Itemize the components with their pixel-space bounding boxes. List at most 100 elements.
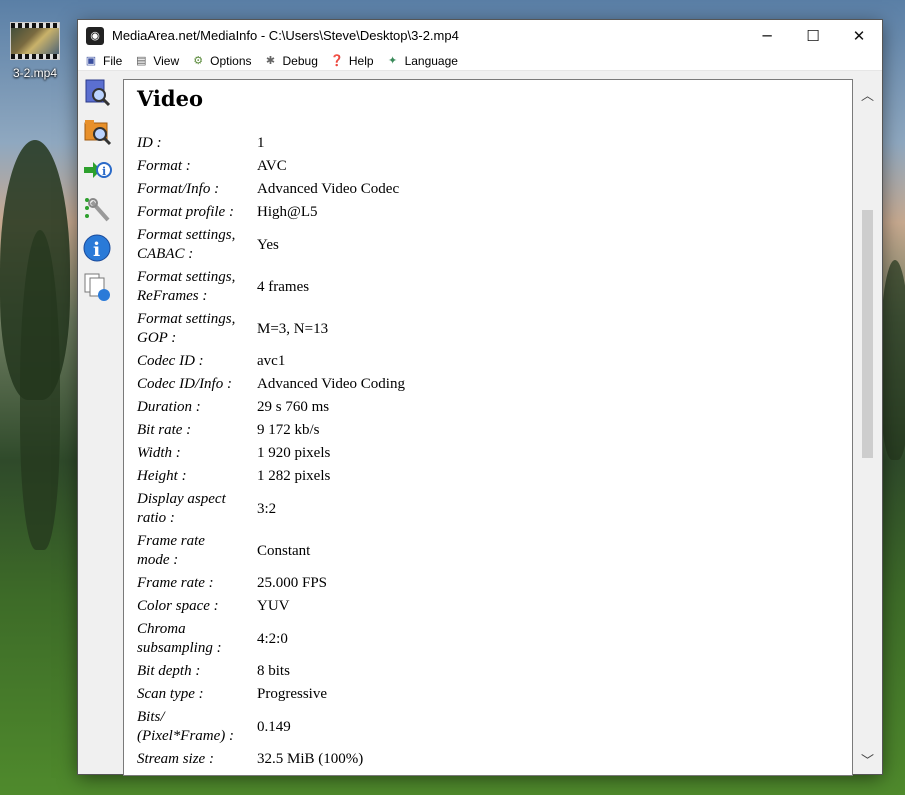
copy-info-icon — [84, 273, 110, 301]
menu-options[interactable]: ⚙ Options — [191, 54, 251, 68]
field-value: 25.000 FPS — [257, 575, 328, 591]
field-label-line: GOP : — [137, 330, 177, 346]
field-label-line: Duration : — [137, 399, 201, 415]
field-label: Codec ID/Info : — [137, 373, 257, 396]
menu-file-label: File — [103, 53, 123, 68]
info-row: Bit depth : 8 bits — [137, 660, 405, 683]
field-value: 0.149 — [257, 718, 291, 735]
menu-help[interactable]: ❓ Help — [330, 54, 374, 68]
info-row: Bit rate : 9 172 kb/s — [137, 419, 405, 442]
scroll-up-icon[interactable]: ︿ — [856, 84, 879, 104]
export-button[interactable]: i — [82, 155, 112, 185]
field-label: Format settings, CABAC : — [137, 224, 257, 266]
info-table: ID : 1 Format : AVC Format/Info : Advanced Vi… — [137, 132, 405, 771]
field-value: Advanced Video Coding — [257, 376, 405, 392]
menu-language[interactable]: ✦ Language — [386, 54, 458, 68]
field-value: Constant — [257, 542, 311, 559]
field-value: M=3, N=13 — [257, 320, 329, 337]
field-value: 1 — [257, 135, 265, 151]
info-row: Format : AVC — [137, 155, 405, 178]
svg-text:i: i — [102, 165, 106, 178]
window-title: MediaArea.net/MediaInfo - C:\Users\Steve… — [112, 28, 459, 43]
menu-help-label: Help — [348, 53, 374, 68]
info-row: Format settings, CABAC : Yes — [137, 224, 405, 266]
field-label-line: Scan type : — [137, 686, 204, 702]
field-value: 29 s 760 ms — [257, 399, 330, 415]
field-label: Bit rate : — [137, 419, 257, 442]
info-row: Scan type : Progressive — [137, 683, 405, 706]
field-label-line: Bit depth : — [137, 663, 201, 679]
info-row: Codec ID : avc1 — [137, 350, 405, 373]
field-value: AVC — [257, 158, 287, 174]
field-label-line: Codec ID/Info : — [137, 376, 232, 392]
field-label: Width : — [137, 442, 257, 465]
info-row: Bits/ (Pixel*Frame) : 0.149 — [137, 706, 405, 748]
view-menu-icon: ▤ — [136, 55, 147, 67]
field-label: Frame rate : — [137, 572, 257, 595]
field-value: 1 282 pixels — [257, 468, 331, 484]
section-title: Video — [137, 86, 203, 111]
field-label-line: Display aspect — [137, 491, 226, 507]
scroll-thumb[interactable] — [862, 210, 873, 458]
info-row: Width : 1 920 pixels — [137, 442, 405, 465]
minimize-button[interactable]: ─ — [744, 20, 790, 51]
desktop-icon-label: 3-2.mp4 — [12, 66, 58, 80]
open-folder-icon — [84, 120, 111, 146]
menu-language-label: Language — [404, 53, 458, 68]
menu-view[interactable]: ▤ View — [134, 54, 179, 68]
field-value: 3:2 — [257, 500, 277, 517]
menu-debug-label: Debug — [282, 53, 318, 68]
field-value: 1 920 pixels — [257, 445, 331, 461]
info-row: Stream size : 32.5 MiB (100%) — [137, 748, 405, 771]
export-icon: i — [83, 162, 112, 178]
info-panel[interactable]: Video ID : 1 Format : AVC Format/Info : Advan… — [123, 79, 853, 776]
field-label-line: Height : — [137, 468, 187, 484]
field-label-line: ID : — [137, 135, 162, 151]
menu-debug[interactable]: ✱ Debug — [264, 54, 318, 68]
field-label-line: Bits/ — [137, 709, 165, 725]
field-label-line: Color space : — [137, 598, 219, 614]
field-label: Bit depth : — [137, 660, 257, 683]
field-label-line: Frame rate — [137, 533, 205, 549]
side-toolbar: i i — [78, 71, 115, 774]
open-folder-button[interactable] — [82, 116, 112, 146]
info-row: Format settings, GOP : M=3, N=13 — [137, 308, 405, 350]
menu-options-label: Options — [210, 53, 252, 68]
menu-view-label: View — [153, 53, 180, 68]
field-label: Format profile : — [137, 201, 257, 224]
about-icon: i — [83, 234, 110, 262]
menu-file[interactable]: ▣ File — [84, 53, 123, 68]
info-row: Format/Info : Advanced Video Codec — [137, 178, 405, 201]
field-value: 9 172 kb/s — [257, 422, 320, 438]
field-value: Advanced Video Codec — [257, 181, 400, 197]
info-row: Color space : YUV — [137, 595, 405, 618]
field-label: Format/Info : — [137, 178, 257, 201]
info-row: Format profile : High@L5 — [137, 201, 405, 224]
open-file-button[interactable] — [82, 77, 112, 107]
close-button[interactable]: ✕ — [836, 20, 882, 51]
vertical-scrollbar[interactable]: ︿ ﹀ — [856, 79, 879, 774]
info-row: Display aspect ratio : 3:2 — [137, 488, 405, 530]
info-row: Format settings, ReFrames : 4 frames — [137, 266, 405, 308]
field-label-line: (Pixel*Frame) : — [137, 728, 235, 744]
field-label-line: Format profile : — [137, 204, 234, 220]
preferences-button[interactable] — [82, 194, 112, 224]
copy-info-button[interactable] — [82, 272, 112, 302]
debug-menu-icon: ✱ — [265, 55, 276, 67]
video-thumbnail-icon — [10, 22, 60, 60]
field-label-line: CABAC : — [137, 246, 194, 262]
field-label-line: Format : — [137, 158, 191, 174]
field-label: Height : — [137, 465, 257, 488]
mediainfo-app-icon: ◉ — [86, 26, 104, 45]
desktop-file-icon[interactable]: 3-2.mp4 — [8, 22, 62, 80]
field-value: 4:2:0 — [257, 630, 288, 647]
field-label-line: Frame rate : — [137, 575, 214, 591]
field-label: Format : — [137, 155, 257, 178]
scroll-down-icon[interactable]: ﹀ — [856, 749, 879, 769]
info-row: Frame rate : 25.000 FPS — [137, 572, 405, 595]
svg-text:i: i — [93, 239, 100, 261]
title-bar[interactable]: ◉ MediaArea.net/MediaInfo - C:\Users\Ste… — [78, 20, 882, 51]
about-button[interactable]: i — [82, 233, 112, 263]
field-label-line: Chroma — [137, 621, 186, 637]
maximize-button[interactable]: ☐ — [790, 20, 836, 51]
